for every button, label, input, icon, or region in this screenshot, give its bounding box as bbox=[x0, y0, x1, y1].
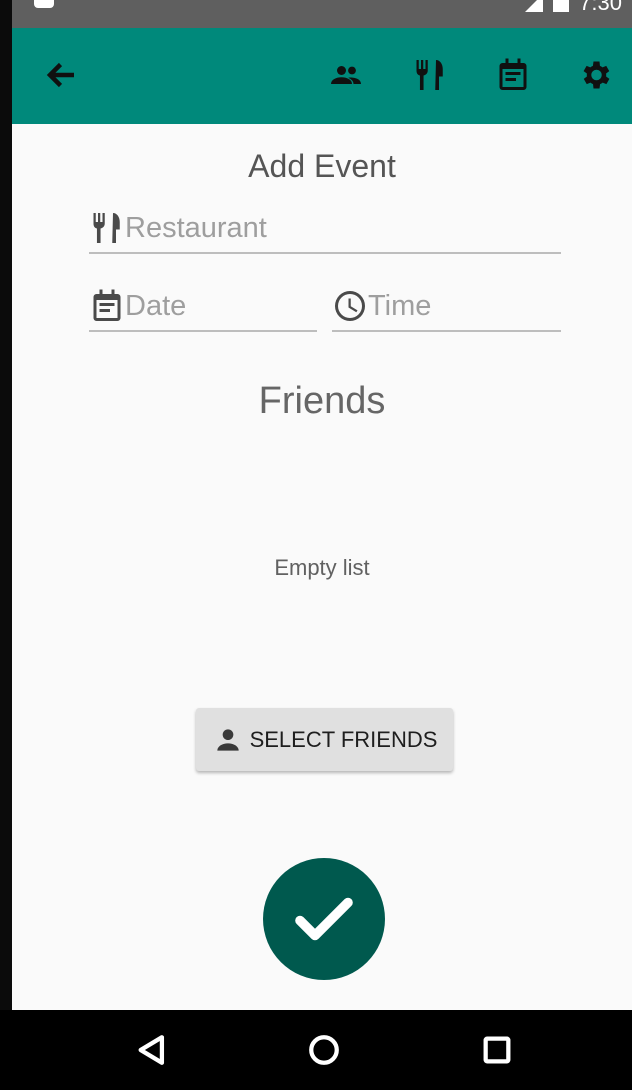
signal-icon bbox=[525, 0, 544, 12]
person-icon bbox=[216, 728, 239, 751]
calendar-icon bbox=[93, 289, 121, 321]
friends-heading: Friends bbox=[258, 380, 386, 422]
status-indicators: 7:30 bbox=[525, 0, 622, 16]
device-screen: 7:30 Add Event Restaurant Date Time Frie… bbox=[0, 0, 632, 1090]
status-bar: 7:30 bbox=[12, 0, 632, 28]
event-note-icon[interactable] bbox=[493, 55, 533, 95]
time-field[interactable]: Time bbox=[332, 282, 561, 332]
back-triangle-icon[interactable] bbox=[134, 1032, 170, 1068]
select-friends-label: SELECT FRIENDS bbox=[249, 726, 438, 752]
system-nav-bar bbox=[0, 1010, 632, 1090]
date-field[interactable]: Date bbox=[89, 282, 317, 332]
back-arrow-icon[interactable] bbox=[42, 55, 82, 95]
restaurant-field-icon bbox=[93, 213, 120, 243]
page-title: Add Event bbox=[248, 148, 396, 184]
recents-square-icon[interactable] bbox=[479, 1032, 515, 1068]
app-bar bbox=[12, 28, 632, 124]
date-placeholder: Date bbox=[125, 289, 187, 322]
home-circle-icon[interactable] bbox=[306, 1032, 342, 1068]
restaurant-field[interactable]: Restaurant bbox=[89, 204, 561, 254]
settings-icon[interactable] bbox=[575, 55, 615, 95]
group-icon[interactable] bbox=[326, 55, 366, 95]
battery-icon bbox=[553, 0, 570, 12]
notification-icon bbox=[34, 0, 54, 8]
confirm-fab[interactable] bbox=[263, 858, 385, 980]
restaurant-placeholder: Restaurant bbox=[125, 211, 267, 244]
empty-list-text: Empty list bbox=[274, 555, 370, 580]
screen-edge bbox=[0, 0, 12, 1010]
restaurant-icon[interactable] bbox=[410, 55, 450, 95]
checkmark-icon bbox=[295, 897, 353, 941]
select-friends-button[interactable]: SELECT FRIENDS bbox=[196, 708, 453, 771]
content-area: Add Event Restaurant Date Time Friends E… bbox=[12, 124, 632, 1010]
clock-icon bbox=[335, 291, 365, 321]
time-placeholder: Time bbox=[368, 289, 432, 322]
status-time: 7:30 bbox=[579, 0, 622, 15]
